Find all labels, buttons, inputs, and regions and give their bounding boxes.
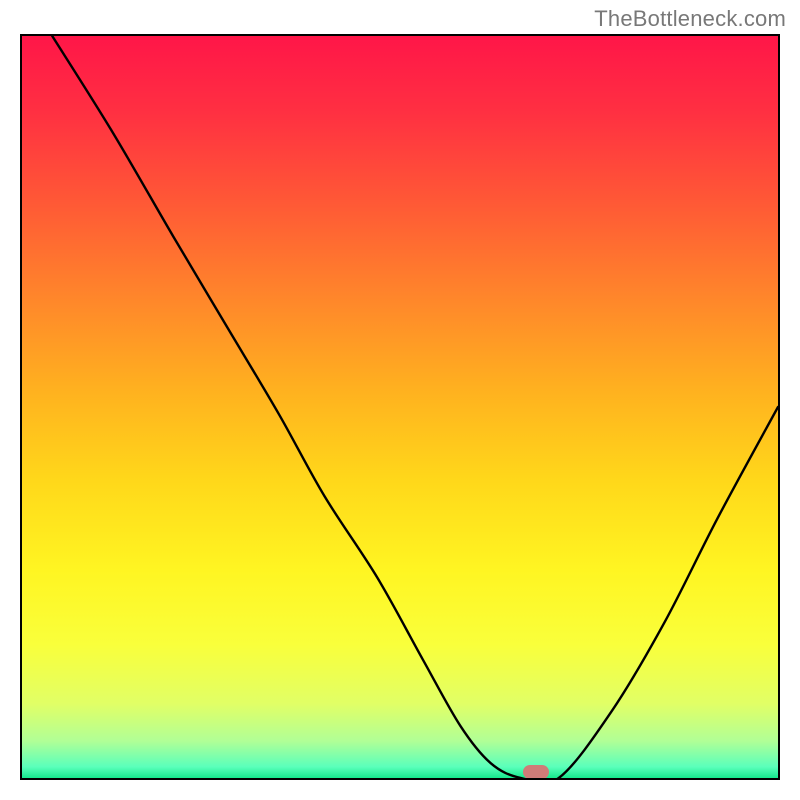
optimal-marker <box>523 765 549 778</box>
chart-frame <box>20 34 780 780</box>
plot-area <box>22 36 778 778</box>
watermark-text: TheBottleneck.com <box>594 6 786 32</box>
bottleneck-curve <box>22 36 778 778</box>
